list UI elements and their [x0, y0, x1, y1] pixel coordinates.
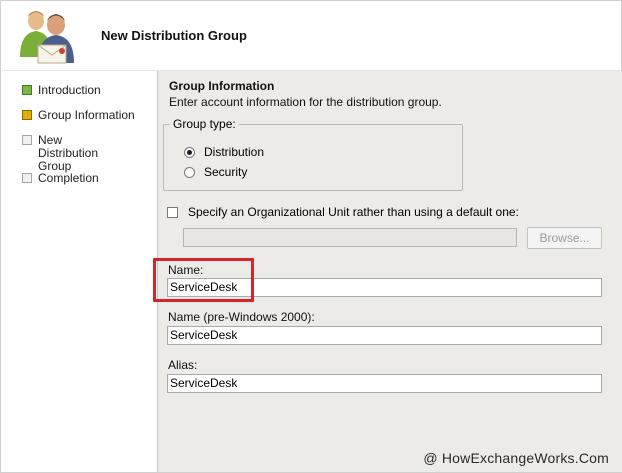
- step-pending-icon: [22, 173, 32, 183]
- highlight-box: [153, 258, 254, 302]
- step-complete-icon: [22, 85, 32, 95]
- ou-checkbox[interactable]: [167, 206, 178, 218]
- nav-step-introduction[interactable]: Introduction: [22, 84, 101, 97]
- radio-label: Security: [204, 165, 248, 179]
- pre2000-name-label: Name (pre-Windows 2000):: [168, 310, 315, 324]
- content-pane: Group Information Enter account informat…: [153, 71, 622, 472]
- users-group-icon: [20, 11, 74, 64]
- watermark: @ HowExchangeWorks.Com: [423, 450, 609, 466]
- radio-label: Distribution: [204, 145, 265, 159]
- radio-security[interactable]: Security: [184, 165, 247, 179]
- wizard-steps-nav: Introduction Group Information New Distr…: [2, 71, 156, 472]
- ou-checkbox-row[interactable]: Specify an Organizational Unit rather th…: [167, 205, 519, 219]
- group-type-groupbox: Group type: Distribution Security: [163, 117, 463, 191]
- ou-path-field: [183, 228, 517, 247]
- nav-step-label: Completion: [38, 171, 99, 185]
- group-type-legend: Group type:: [170, 117, 239, 131]
- ou-checkbox-label: Specify an Organizational Unit rather th…: [188, 205, 519, 219]
- section-description: Enter account information for the distri…: [169, 95, 442, 109]
- radio-button-checked[interactable]: [184, 146, 195, 158]
- wizard-title: New Distribution Group: [101, 28, 247, 43]
- wizard-window: New Distribution Group Introduction Grou…: [0, 0, 622, 473]
- radio-distribution[interactable]: Distribution: [184, 145, 264, 159]
- section-title: Group Information: [169, 79, 275, 93]
- browse-button: Browse...: [527, 227, 602, 249]
- wizard-header: New Distribution Group: [2, 2, 621, 70]
- nav-step-new-distribution-group[interactable]: New Distribution Group: [22, 134, 118, 173]
- pre2000-name-input[interactable]: ServiceDesk: [167, 326, 602, 345]
- nav-step-label: Group Information: [38, 108, 135, 122]
- step-current-icon: [22, 110, 32, 120]
- step-pending-icon: [22, 135, 32, 145]
- radio-button[interactable]: [184, 166, 195, 178]
- nav-step-label: New Distribution Group: [38, 133, 99, 173]
- nav-step-completion[interactable]: Completion: [22, 172, 99, 185]
- alias-input[interactable]: ServiceDesk: [167, 374, 602, 393]
- nav-step-group-information[interactable]: Group Information: [22, 109, 135, 122]
- alias-label: Alias:: [168, 358, 198, 372]
- nav-step-label: Introduction: [38, 83, 101, 97]
